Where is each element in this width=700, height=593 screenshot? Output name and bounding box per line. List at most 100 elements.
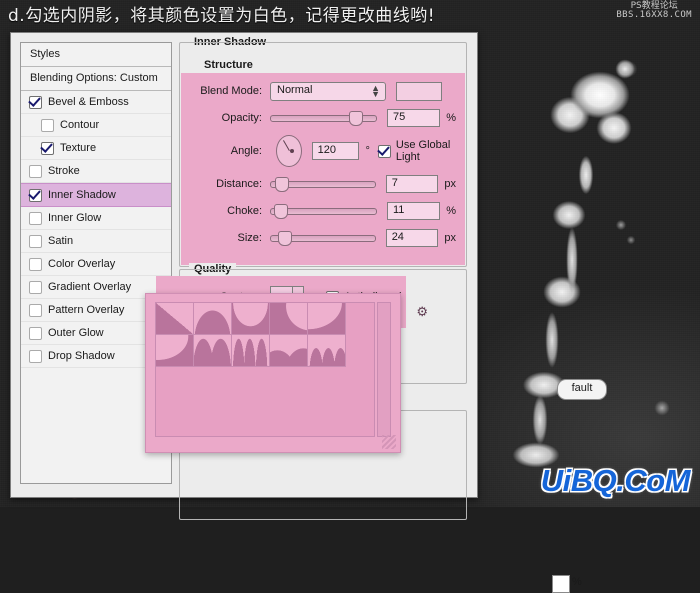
size-slider-knob[interactable] (278, 230, 293, 246)
opacity-input[interactable]: 75 (386, 109, 441, 127)
resize-grip-icon[interactable] (382, 435, 396, 449)
sidebar-item-inner-shadow[interactable]: Inner Shadow (21, 183, 171, 207)
structure-subtitle: Structure (204, 59, 253, 71)
style-label: Drop Shadow (48, 350, 115, 362)
choke-label: Choke: (227, 205, 262, 217)
styles-header: Styles (21, 43, 171, 67)
sidebar-item-inner-glow[interactable]: Inner Glow (21, 207, 171, 230)
checkbox-bevel-emboss[interactable] (29, 95, 42, 109)
choke-row: Choke: 11 % (190, 200, 456, 222)
checkbox-stroke[interactable] (29, 164, 42, 178)
blend-mode-row: Blend Mode: Normal ▲ ▼ (190, 80, 456, 102)
checkbox-color-overlay[interactable] (29, 257, 42, 271)
checkbox-gradient-overlay[interactable] (29, 280, 42, 294)
contour-cell-rounded-steps[interactable] (308, 335, 346, 367)
contour-picker-grid-area[interactable] (155, 302, 375, 437)
checkbox-outer-glow[interactable] (29, 326, 42, 340)
contour-picker-grid[interactable] (156, 303, 374, 367)
opacity-slider[interactable] (270, 110, 377, 126)
checkbox-pattern-overlay[interactable] (29, 303, 42, 317)
style-label: Texture (60, 142, 97, 154)
choke-slider[interactable] (270, 203, 377, 219)
size-slider[interactable] (270, 230, 376, 246)
checkbox-use-global-light[interactable] (377, 144, 391, 158)
contour-thumb-graphic (194, 335, 231, 366)
blend-mode-label: Blend Mode: (200, 85, 262, 97)
inner-shadow-group: Inner Shadow Structure Blend Mode: Norma… (179, 36, 467, 267)
style-label: Bevel & Emboss (48, 96, 129, 108)
style-label: Gradient Overlay (48, 281, 132, 293)
style-label: Inner Glow (48, 212, 102, 224)
checkbox-inner-glow[interactable] (29, 211, 42, 225)
use-global-light-label: Use Global Light (395, 139, 451, 163)
angle-input[interactable]: 120 (311, 142, 360, 160)
size-unit: px (444, 232, 456, 244)
contour-cell-steps[interactable] (232, 335, 270, 367)
page-title: d.勾选内阴影，将其颜色设置为白色，记得更改曲线哟! (8, 6, 436, 26)
opacity-unit: % (446, 112, 456, 124)
sidebar-item-color-overlay[interactable]: Color Overlay (21, 253, 171, 276)
style-label: Satin (48, 235, 74, 247)
size-input[interactable]: 24 (385, 229, 439, 247)
style-label: Inner Shadow (48, 189, 116, 201)
size-label: Size: (237, 232, 262, 244)
contour-cell-cone-inverted[interactable] (232, 303, 270, 335)
choke-slider-knob[interactable] (274, 203, 289, 219)
noise-unit: % (572, 576, 582, 588)
contour-cell-linear[interactable] (156, 303, 194, 335)
checkbox-texture[interactable] (41, 141, 54, 155)
use-global-light-row[interactable]: Use Global Light (377, 139, 456, 163)
sidebar-item-texture[interactable]: Texture (21, 137, 171, 160)
distance-label: Distance: (216, 178, 262, 190)
distance-input[interactable]: 7 (385, 175, 439, 193)
sidebar-item-stroke[interactable]: Stroke (21, 160, 171, 183)
distance-row: Distance: 7 px (190, 173, 456, 195)
contour-thumb-graphic (270, 303, 307, 334)
sidebar-item-bevel-emboss[interactable]: Bevel & Emboss (21, 91, 171, 114)
checkbox-inner-shadow[interactable] (29, 188, 42, 202)
style-label: Outer Glow (48, 327, 104, 339)
contour-cell-cone[interactable] (194, 303, 232, 335)
contour-thumb-graphic (308, 303, 345, 334)
checkbox-drop-shadow[interactable] (29, 349, 42, 363)
shadow-color-swatch[interactable] (396, 81, 442, 101)
opacity-slider-knob[interactable] (348, 110, 363, 126)
chevron-updown-icon: ▲ ▼ (371, 82, 380, 99)
contour-thumb-graphic (156, 335, 193, 366)
contour-picker-scrollbar[interactable] (377, 302, 391, 437)
choke-input[interactable]: 11 (386, 202, 441, 220)
noise-input[interactable] (552, 575, 570, 593)
angle-label: Angle: (230, 145, 262, 157)
contour-cell-gaussian[interactable] (270, 303, 308, 335)
style-label: Stroke (48, 165, 80, 177)
contour-cell-ring[interactable] (156, 335, 194, 367)
contour-cell-ring-double[interactable] (194, 335, 232, 367)
make-default-button[interactable]: fault (557, 379, 607, 400)
angle-dial[interactable] (276, 135, 302, 167)
distance-slider-knob[interactable] (275, 176, 290, 192)
blending-options-row[interactable]: Blending Options: Custom (21, 67, 171, 91)
angle-unit: ° (365, 145, 370, 157)
choke-unit: % (446, 205, 456, 217)
checkbox-satin[interactable] (29, 234, 42, 248)
contour-cell-half-round[interactable] (308, 303, 346, 335)
blend-mode-select[interactable]: Normal ▲ ▼ (270, 81, 386, 101)
contour-thumb-graphic (270, 335, 307, 366)
size-row: Size: 24 px (190, 227, 456, 249)
contour-thumb-graphic (232, 335, 269, 366)
gear-icon[interactable]: ⚙ (416, 304, 428, 320)
blend-mode-value: Normal (277, 83, 313, 96)
angle-dial-center-dot (290, 149, 294, 153)
contour-thumb-graphic (232, 303, 269, 334)
sidebar-item-contour[interactable]: Contour (21, 114, 171, 137)
opacity-label: Opacity: (221, 112, 262, 124)
checkbox-contour[interactable] (41, 118, 54, 132)
contour-cell-rolling-slope[interactable] (270, 335, 308, 367)
distance-slider[interactable] (270, 176, 376, 192)
contour-picker-popup[interactable]: ⚙ (145, 293, 428, 453)
watermark-top-line2: BBS.16XX8.COM (616, 10, 692, 21)
style-label: Color Overlay (48, 258, 116, 270)
sidebar-item-satin[interactable]: Satin (21, 230, 171, 253)
contour-thumb-graphic (156, 303, 193, 334)
style-label: Contour (60, 119, 100, 131)
